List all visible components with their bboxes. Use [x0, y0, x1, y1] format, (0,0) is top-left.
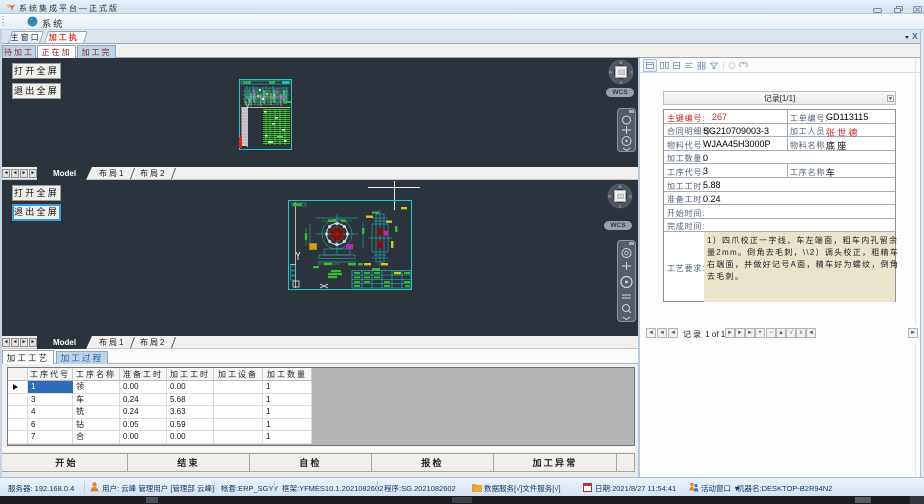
svg-text:S: S	[620, 80, 623, 85]
svg-text:N: N	[619, 184, 622, 189]
svg-text:N: N	[620, 60, 623, 65]
svg-text:W: W	[609, 70, 613, 75]
svg-text:E: E	[629, 194, 632, 199]
svg-text:E: E	[630, 70, 633, 75]
svg-text:S: S	[619, 204, 622, 209]
svg-text:W: W	[608, 194, 612, 199]
